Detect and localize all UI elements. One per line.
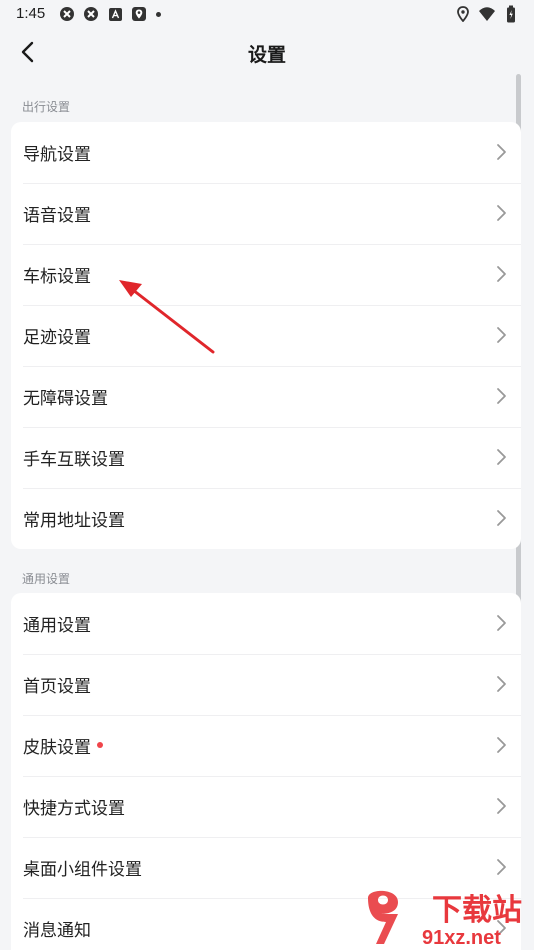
settings-item-car-logo[interactable]: 车标设置 (11, 244, 521, 305)
chevron-right-icon (497, 388, 506, 404)
item-label: 语音设置 (23, 206, 91, 225)
settings-item-navigation[interactable]: 导航设置 (11, 122, 521, 183)
battery-icon (502, 5, 520, 23)
item-label: 快捷方式设置 (23, 799, 125, 818)
chevron-right-icon (497, 615, 506, 631)
status-icons-left (58, 5, 161, 23)
chevron-right-icon (497, 859, 506, 875)
location-icon (454, 5, 472, 23)
item-label: 常用地址设置 (23, 511, 125, 530)
settings-item-general[interactable]: 通用设置 (11, 593, 521, 654)
watermark-logo: 下载站 91xz.net (368, 890, 522, 949)
settings-item-common-address[interactable]: 常用地址设置 (11, 488, 521, 549)
wifi-icon (478, 5, 496, 23)
chevron-right-icon (497, 266, 506, 282)
watermark-text-top: 下载站 (432, 894, 522, 927)
settings-item-shortcut[interactable]: 快捷方式设置 (11, 776, 521, 837)
section-label-general: 通用设置 (22, 572, 71, 586)
chevron-right-icon (497, 449, 506, 465)
item-label: 桌面小组件设置 (23, 860, 142, 879)
travel-settings-card: 导航设置 语音设置 车标设置 足迹设置 无障碍设置 手车互联设置 常用地址设置 (11, 122, 521, 549)
item-label: 通用设置 (23, 616, 91, 635)
chevron-right-icon (497, 798, 506, 814)
chevron-right-icon (497, 327, 506, 343)
status-bar: 1:45 (0, 0, 534, 28)
settings-item-accessibility[interactable]: 无障碍设置 (11, 366, 521, 427)
status-time: 1:45 (16, 5, 46, 22)
vpn-icon (58, 5, 76, 23)
new-badge-dot (97, 741, 103, 748)
item-label: 足迹设置 (23, 328, 91, 347)
item-label: 导航设置 (23, 145, 91, 164)
watermark-text-bottom: 91xz.net (422, 927, 501, 949)
item-label: 手车互联设置 (23, 450, 125, 469)
chevron-right-icon (497, 737, 506, 753)
chevron-right-icon (497, 205, 506, 221)
page-title: 设置 (247, 45, 286, 66)
settings-item-phone-car-link[interactable]: 手车互联设置 (11, 427, 521, 488)
settings-item-footprint[interactable]: 足迹设置 (11, 305, 521, 366)
chevron-right-icon (497, 676, 506, 692)
settings-item-home-page[interactable]: 首页设置 (11, 654, 521, 715)
settings-item-voice[interactable]: 语音设置 (11, 183, 521, 244)
settings-item-skin[interactable]: 皮肤设置 (11, 715, 521, 776)
chevron-right-icon (497, 144, 506, 160)
map-pin-app-icon (130, 5, 148, 23)
item-label: 皮肤设置 (23, 738, 91, 757)
item-label: 首页设置 (23, 677, 91, 696)
item-label: 车标设置 (23, 267, 91, 286)
chevron-right-icon (497, 510, 506, 526)
item-label: 无障碍设置 (23, 389, 108, 408)
item-label: 消息通知 (23, 921, 91, 940)
section-label-travel: 出行设置 (22, 100, 71, 114)
vpn-icon (82, 5, 100, 23)
a-badge-icon (106, 5, 124, 23)
dot-icon (156, 11, 161, 17)
status-icons-right (454, 5, 520, 23)
app-header: 设置 (0, 28, 534, 76)
